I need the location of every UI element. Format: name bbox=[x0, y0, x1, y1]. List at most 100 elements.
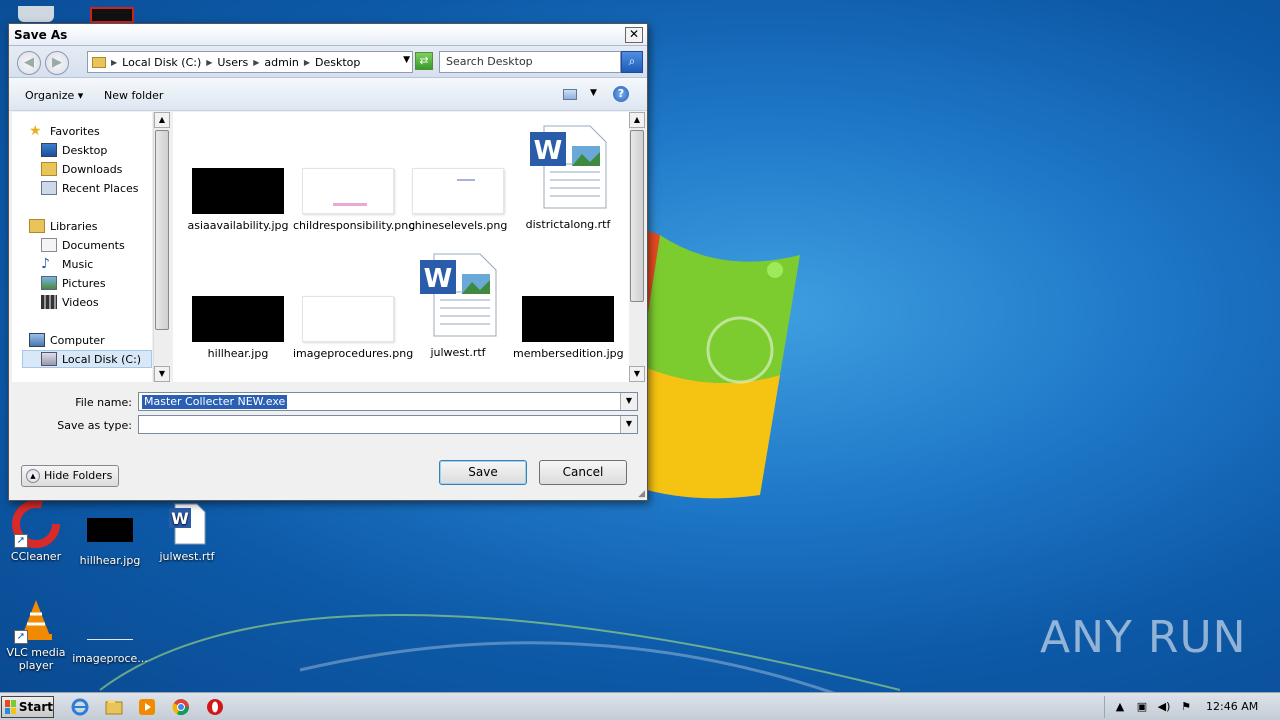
save-as-dialog: Save As ✕ ◀ ▶ ▶ Local Disk (C:) ▶ Users … bbox=[8, 23, 648, 501]
organize-menu[interactable]: Organize ▾ bbox=[25, 89, 83, 102]
chevron-down-icon[interactable]: ▼ bbox=[620, 416, 637, 433]
drive-icon bbox=[41, 352, 57, 366]
search-icon[interactable]: ⌕ bbox=[621, 51, 643, 73]
save-as-type-select[interactable]: ▼ bbox=[138, 415, 638, 434]
view-mode-icon[interactable] bbox=[563, 89, 577, 100]
file-name-label: imageprocedures.png bbox=[293, 347, 414, 360]
navigation-scrollbar[interactable]: ▲ ▼ bbox=[153, 112, 170, 382]
new-folder-button[interactable]: New folder bbox=[104, 89, 163, 102]
nav-label: Recent Places bbox=[62, 181, 139, 195]
file-name-label: chineselevels.png bbox=[408, 219, 508, 232]
nav-music[interactable]: ♪ Music bbox=[41, 255, 93, 273]
file-item[interactable]: imageprocedures.png bbox=[293, 296, 414, 360]
chevron-up-icon[interactable]: ▲ bbox=[1113, 700, 1127, 714]
save-as-type-label: Save as type: bbox=[57, 419, 132, 432]
nav-recent-places[interactable]: Recent Places bbox=[41, 179, 139, 197]
clock[interactable]: 12:46 AM bbox=[1206, 700, 1258, 713]
file-item[interactable]: chineselevels.png bbox=[403, 168, 513, 232]
nav-desktop[interactable]: Desktop bbox=[41, 141, 107, 159]
shortcut-arrow-icon: ➚ bbox=[14, 534, 28, 548]
scroll-thumb[interactable] bbox=[155, 130, 169, 330]
nav-documents[interactable]: Documents bbox=[41, 236, 125, 254]
desktop-icon-label: CCleaner bbox=[10, 550, 62, 563]
help-icon[interactable]: ? bbox=[613, 86, 629, 102]
anyrun-watermark: ANY RUN bbox=[1040, 612, 1247, 663]
breadcrumb-desktop[interactable]: Desktop bbox=[315, 56, 360, 69]
volume-icon[interactable]: ◀) bbox=[1157, 700, 1171, 714]
nav-pictures[interactable]: Pictures bbox=[41, 274, 106, 292]
refresh-button[interactable]: ⇄ bbox=[415, 52, 433, 70]
cancel-button[interactable]: Cancel bbox=[539, 460, 627, 485]
pictures-icon bbox=[41, 276, 57, 290]
scroll-down-icon[interactable]: ▼ bbox=[154, 366, 170, 382]
start-label: Start bbox=[18, 700, 53, 714]
recycle-bin-icon[interactable] bbox=[18, 6, 54, 22]
scroll-down-icon[interactable]: ▼ bbox=[629, 366, 645, 382]
file-list-scrollbar[interactable]: ▲ ▼ bbox=[629, 112, 645, 382]
chevron-down-icon[interactable]: ▼ bbox=[620, 393, 637, 410]
dialog-titlebar[interactable]: Save As ✕ bbox=[9, 24, 647, 46]
search-input[interactable]: Search Desktop bbox=[439, 51, 621, 73]
chevron-right-icon: ▶ bbox=[303, 57, 311, 67]
desktop-icon-label: julwest.rtf bbox=[159, 550, 215, 563]
navigation-bar: ◀ ▶ ▶ Local Disk (C:) ▶ Users ▶ admin ▶ … bbox=[9, 46, 647, 78]
file-name-label: membersedition.jpg bbox=[513, 347, 624, 360]
forward-button[interactable]: ▶ bbox=[45, 51, 69, 75]
nav-videos[interactable]: Videos bbox=[41, 293, 99, 311]
julwest-desktop-icon[interactable]: W julwest.rtf bbox=[148, 500, 226, 563]
file-name-value[interactable]: Master Collecter NEW.exe bbox=[142, 395, 288, 409]
desktop-icon-label: imageproce... bbox=[72, 652, 148, 665]
internet-explorer-icon[interactable] bbox=[70, 697, 90, 717]
hillhear-desktop-icon[interactable]: hillhear.jpg bbox=[71, 508, 149, 567]
music-icon: ♪ bbox=[41, 256, 50, 272]
media-player-icon[interactable] bbox=[137, 697, 157, 717]
svg-text:W: W bbox=[534, 136, 563, 166]
close-button[interactable]: ✕ bbox=[625, 27, 643, 43]
chevron-down-icon[interactable]: ▼ bbox=[590, 88, 597, 98]
back-button[interactable]: ◀ bbox=[17, 51, 41, 75]
file-name-label: childresponsibility.png bbox=[293, 219, 416, 232]
nav-libraries[interactable]: Libraries bbox=[29, 217, 98, 235]
libraries-icon bbox=[29, 219, 45, 233]
scroll-up-icon[interactable]: ▲ bbox=[629, 112, 645, 128]
address-bar[interactable]: ▶ Local Disk (C:) ▶ Users ▶ admin ▶ Desk… bbox=[87, 51, 413, 73]
scroll-up-icon[interactable]: ▲ bbox=[154, 112, 170, 128]
nav-local-disk[interactable]: Local Disk (C:) bbox=[22, 350, 152, 368]
svg-text:W: W bbox=[424, 264, 453, 294]
file-name-field[interactable]: Master Collecter NEW.exe ▼ bbox=[138, 392, 638, 411]
file-item[interactable]: W districtalong.rtf bbox=[513, 124, 623, 231]
network-icon[interactable]: ▣ bbox=[1135, 700, 1149, 714]
nav-downloads[interactable]: Downloads bbox=[41, 160, 122, 178]
nav-computer[interactable]: Computer bbox=[29, 331, 105, 349]
hide-folders-label: Hide Folders bbox=[44, 469, 113, 482]
breadcrumb-admin[interactable]: admin bbox=[264, 56, 298, 69]
breadcrumb-local-disk[interactable]: Local Disk (C:) bbox=[122, 56, 201, 69]
scroll-thumb[interactable] bbox=[630, 130, 644, 302]
breadcrumb-users[interactable]: Users bbox=[217, 56, 248, 69]
file-item[interactable]: asiaavailability.jpg bbox=[183, 168, 293, 232]
ccleaner-desktop-icon[interactable]: ➚ CCleaner bbox=[0, 500, 75, 563]
file-explorer-icon[interactable] bbox=[104, 697, 124, 717]
app-desktop-icon[interactable] bbox=[90, 7, 134, 23]
resize-grip-icon[interactable]: ◢ bbox=[638, 489, 645, 499]
file-item[interactable]: W julwest.rtf bbox=[403, 252, 513, 359]
nav-favorites[interactable]: ★ Favorites bbox=[29, 122, 100, 140]
chrome-icon[interactable] bbox=[171, 697, 191, 717]
documents-icon bbox=[41, 238, 57, 252]
opera-icon[interactable] bbox=[205, 697, 225, 717]
file-name-label: districtalong.rtf bbox=[525, 218, 611, 231]
nav-label: Documents bbox=[62, 238, 125, 252]
start-button[interactable]: Start bbox=[1, 696, 54, 718]
file-item[interactable]: childresponsibility.png bbox=[293, 168, 416, 232]
vlc-desktop-icon[interactable]: ➚ VLC media player bbox=[0, 596, 75, 672]
save-button[interactable]: Save bbox=[439, 460, 527, 485]
downloads-icon bbox=[41, 162, 57, 176]
chevron-down-icon[interactable]: ▼ bbox=[403, 55, 410, 65]
file-item[interactable]: membersedition.jpg bbox=[513, 296, 624, 360]
image-thumbnail bbox=[192, 296, 284, 342]
flag-icon[interactable]: ⚑ bbox=[1179, 700, 1193, 714]
imageproc-desktop-icon[interactable]: imageproce... bbox=[71, 604, 149, 665]
hide-folders-button[interactable]: ▲ Hide Folders bbox=[21, 465, 120, 487]
image-thumbnail bbox=[522, 296, 614, 342]
file-item[interactable]: hillhear.jpg bbox=[183, 296, 293, 360]
